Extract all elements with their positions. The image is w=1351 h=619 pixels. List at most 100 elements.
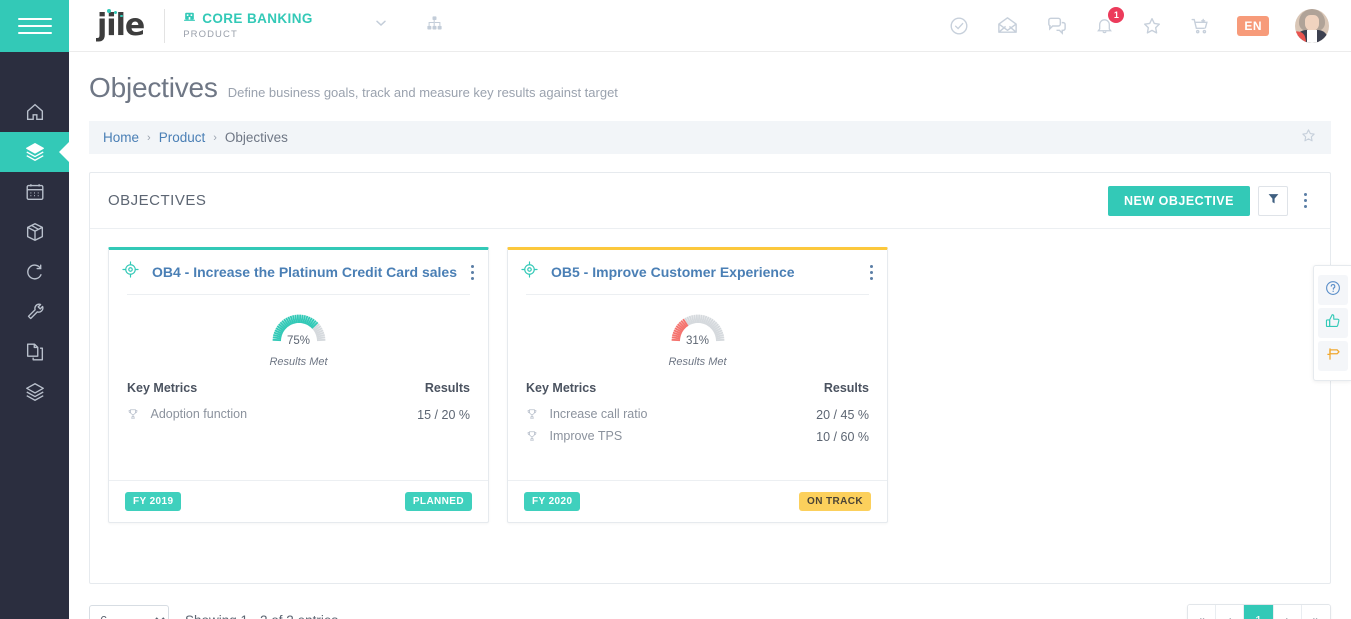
sidebar-item-documents[interactable]	[0, 332, 69, 372]
mail-icon[interactable]	[996, 14, 1019, 37]
card-more-button[interactable]	[471, 264, 474, 280]
gauge-percent: 31%	[685, 335, 710, 347]
card-footer: FY 2019 PLANNED	[109, 480, 488, 522]
page-header: Objectives Define business goals, track …	[69, 52, 1351, 104]
cart-add-icon[interactable]	[1189, 15, 1211, 37]
star-icon[interactable]	[1141, 15, 1163, 37]
calendar-icon	[24, 181, 46, 203]
key-metrics-table: Key Metrics Results Increase call ratio	[508, 381, 887, 448]
filter-funnel-icon	[1267, 192, 1280, 210]
new-objective-button[interactable]: NEW OBJECTIVE	[1108, 185, 1250, 216]
trophy-icon	[526, 431, 541, 445]
refresh-circle-icon	[24, 261, 46, 283]
copy-documents-icon	[24, 341, 46, 363]
page-1[interactable]: 1	[1244, 605, 1274, 619]
sidebar-item-objectives[interactable]	[0, 132, 69, 172]
chat-icon[interactable]	[1045, 14, 1068, 37]
project-name: CORE BANKING	[202, 10, 313, 26]
top-bar-icons: 1 EN	[948, 7, 1329, 43]
sitemap-icon[interactable]	[425, 14, 444, 38]
table-row[interactable]: Adoption function 15 / 20 %	[127, 404, 470, 426]
table-footer: 6122448 Showing 1 - 2 of 2 entries «‹1›»	[89, 604, 1331, 619]
results-gauge-container: 31% Results Met	[508, 295, 887, 381]
sidebar-item-backlog[interactable]	[0, 372, 69, 412]
fiscal-year-badge: FY 2019	[125, 492, 182, 511]
box-icon	[24, 221, 46, 243]
help-icon	[1324, 279, 1342, 302]
breadcrumb-item-home[interactable]: Home	[103, 130, 139, 145]
page-title: Objectives	[89, 72, 218, 103]
first-page[interactable]: «	[1188, 605, 1216, 619]
panel-more-button[interactable]	[1294, 193, 1316, 208]
objective-card[interactable]: OB4 - Increase the Platinum Credit Card …	[108, 247, 489, 523]
sidebar-item-home[interactable]	[0, 92, 69, 132]
metric-name-cell: Adoption function	[127, 404, 365, 426]
metric-result: 10 / 60 %	[816, 430, 869, 444]
results-gauge: 75% Results Met	[239, 305, 359, 368]
sidebar-nav	[0, 52, 69, 412]
column-header-results: Results	[823, 381, 869, 395]
filter-button[interactable]	[1258, 185, 1288, 216]
objectives-panel: OBJECTIVES NEW OBJECTIVE OB4 - Increase …	[89, 172, 1331, 584]
fiscal-year-badge: FY 2020	[524, 492, 581, 511]
help-button[interactable]	[1318, 275, 1348, 305]
target-crosshair-icon	[520, 260, 539, 284]
guide-button[interactable]	[1318, 341, 1348, 371]
home-icon	[24, 101, 46, 123]
objective-title[interactable]: OB4 - Increase the Platinum Credit Card …	[152, 264, 457, 280]
gauge-label: Results Met	[668, 356, 727, 368]
column-header-results: Results	[424, 381, 470, 395]
next-page[interactable]: ›	[1274, 605, 1302, 619]
tasks-check-icon[interactable]	[948, 15, 970, 37]
chevron-down-icon[interactable]	[373, 15, 389, 36]
jile-logo[interactable]: jile	[97, 8, 145, 41]
table-row[interactable]: Increase call ratio 20 / 45 %	[526, 404, 869, 426]
metric-name-cell: Increase call ratio	[526, 404, 765, 426]
card-more-button[interactable]	[870, 264, 873, 280]
notification-badge: 1	[1108, 7, 1125, 23]
sidebar-item-package[interactable]	[0, 212, 69, 252]
objective-card[interactable]: OB5 - Improve Customer Experience 31% Re…	[507, 247, 888, 523]
breadcrumb-item-objectives: Objectives	[224, 130, 288, 145]
language-badge[interactable]: EN	[1237, 15, 1269, 36]
metrics-rows: Adoption function 15 / 20 %	[127, 404, 470, 426]
showing-entries-label: Showing 1 - 2 of 2 entries	[185, 613, 338, 619]
project-type: PRODUCT	[183, 28, 238, 40]
card-header: OB5 - Improve Customer Experience	[508, 250, 887, 294]
results-gauge: 31% Results Met	[638, 305, 758, 368]
objective-title[interactable]: OB5 - Improve Customer Experience	[551, 264, 795, 280]
panel-header: OBJECTIVES NEW OBJECTIVE	[90, 173, 1330, 229]
card-header: OB4 - Increase the Platinum Credit Card …	[109, 250, 488, 294]
metrics-rows: Increase call ratio 20 / 45 % Improve TP…	[526, 404, 869, 448]
project-selector[interactable]: CORE BANKING PRODUCT	[183, 10, 313, 40]
key-metrics-table: Key Metrics Results Adoption function 15…	[109, 381, 488, 426]
column-header-key-metrics: Key Metrics	[526, 381, 597, 395]
feedback-button[interactable]	[1318, 308, 1348, 338]
sidebar-item-tools[interactable]	[0, 292, 69, 332]
card-footer: FY 2020 ON TRACK	[508, 480, 887, 522]
application-window: jile CORE BANKING PRODUCT 1 EN Objective…	[0, 0, 1351, 619]
page-size-select[interactable]: 6122448	[89, 605, 169, 619]
page-description: Define business goals, track and measure…	[227, 85, 618, 100]
sidebar-item-sync[interactable]	[0, 252, 69, 292]
status-badge: PLANNED	[404, 492, 472, 511]
gauge-percent: 75%	[286, 335, 311, 347]
breadcrumb-item-product[interactable]: Product	[159, 130, 206, 145]
prev-page[interactable]: ‹	[1216, 605, 1244, 619]
metric-name-cell: Improve TPS	[526, 426, 765, 448]
favorite-star-icon[interactable]	[1300, 127, 1317, 149]
building-icon	[183, 10, 196, 27]
thumbs-up-icon	[1324, 312, 1342, 335]
breadcrumb: Home › Product › Objectives	[89, 121, 1331, 154]
hamburger-menu-button[interactable]	[0, 0, 69, 52]
target-crosshair-icon	[121, 260, 140, 284]
last-page[interactable]: »	[1302, 605, 1330, 619]
table-row[interactable]: Improve TPS 10 / 60 %	[526, 426, 869, 448]
metric-result: 20 / 45 %	[816, 408, 869, 422]
metric-name: Improve TPS	[549, 429, 623, 443]
avatar[interactable]	[1295, 8, 1329, 43]
gauge-label: Results Met	[269, 356, 328, 368]
metric-result: 15 / 20 %	[417, 408, 470, 422]
sidebar-item-calendar[interactable]	[0, 172, 69, 212]
bell-icon[interactable]: 1	[1094, 7, 1125, 36]
